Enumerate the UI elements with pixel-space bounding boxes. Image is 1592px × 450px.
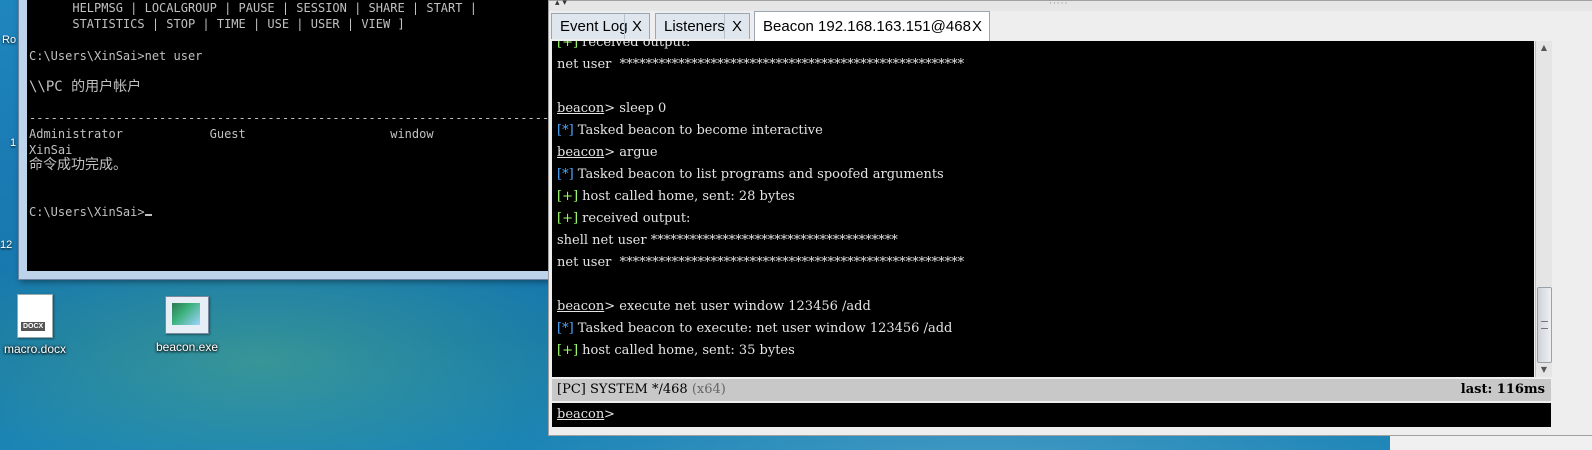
task-marker: [*]: [557, 123, 574, 138]
cobalt-strike-window[interactable]: ▴ ▾ ····· Event Log X Listeners X Beacon…: [548, 0, 1592, 436]
beacon-prompt: beacon: [557, 299, 605, 314]
console-line: net user *******************************…: [557, 57, 965, 72]
beacon-prompt: beacon: [557, 101, 605, 116]
drag-grip-icon[interactable]: ·····: [1049, 0, 1068, 9]
docx-type-tag: DOCX: [21, 322, 46, 331]
task-marker: [*]: [557, 321, 574, 336]
console-line: net user *******************************…: [557, 255, 965, 270]
cmd-line: C:\Users\XinSai>net user: [29, 49, 203, 63]
output-marker: [+]: [557, 343, 579, 358]
desktop-icon-beacon-exe[interactable]: beacon.exe: [142, 294, 232, 354]
status-arch: (x64): [691, 382, 726, 397]
tab-label: Listeners: [664, 18, 725, 35]
console-line: [*] Tasked beacon to list programs and s…: [557, 167, 944, 182]
task-marker: [*]: [557, 167, 574, 182]
cmd-line: ----------------------------------------…: [29, 111, 549, 125]
console-scrollbar[interactable]: ▲ ▼: [1535, 41, 1552, 377]
console-line: [+] host called home, sent: 28 bytes: [557, 189, 795, 204]
scroll-up-arrow-icon[interactable]: ▲: [1536, 41, 1552, 55]
cmd-line: \\PC 的用户帐户: [29, 79, 142, 95]
desktop-edge-label: 1: [10, 137, 17, 149]
desktop-edge-label: 12: [0, 239, 13, 251]
tab-label: Event Log: [560, 18, 628, 35]
tab-event-log[interactable]: Event Log X: [551, 13, 650, 39]
tab-listeners[interactable]: Listeners X: [655, 13, 750, 39]
beacon-input-prompt-suffix: >: [604, 407, 615, 422]
status-last-checkin: last: 116ms: [1460, 382, 1545, 397]
split-pane-divider[interactable]: ▴ ▾ ·····: [549, 0, 1592, 11]
beacon-prompt: beacon: [557, 145, 605, 160]
console-line: beacon> execute net user window 123456 /…: [557, 299, 871, 314]
tab-close-icon[interactable]: X: [972, 18, 982, 35]
status-session-info: [PC] SYSTEM */468 (x64): [557, 382, 726, 397]
cmd-prompt: C:\Users\XinSai>: [29, 205, 145, 219]
tab-beacon[interactable]: Beacon 192.168.163.151@468 X: [754, 11, 990, 41]
console-line: [*] Tasked beacon to execute: net user w…: [557, 321, 953, 336]
output-marker: [+]: [557, 211, 579, 226]
tab-label: Beacon 192.168.163.151@468: [763, 18, 971, 35]
scrollbar-thumb[interactable]: [1537, 287, 1552, 363]
cmd-line: HELPMSG | LOCALGROUP | PAUSE | SESSION |…: [29, 1, 477, 15]
cmd-line: XinSai: [29, 143, 73, 157]
desktop-edge-label: Ro: [2, 34, 17, 46]
desktop-icon-label: beacon.exe: [155, 340, 219, 354]
exe-file-icon: [165, 296, 209, 334]
tab-close-icon[interactable]: X: [632, 18, 642, 35]
desktop-icon-macro-docx[interactable]: DOCX macro.docx: [0, 294, 80, 356]
cmd-line: 命令成功完成。: [29, 157, 127, 173]
cmd-console[interactable]: HELPMSG | LOCALGROUP | PAUSE | SESSION |…: [27, 0, 553, 271]
beacon-input-prompt: beacon: [557, 407, 605, 422]
cmd-window[interactable]: HELPMSG | LOCALGROUP | PAUSE | SESSION |…: [18, 0, 560, 280]
cmd-prompt-line: C:\Users\XinSai>: [29, 205, 152, 219]
docx-file-icon: DOCX: [17, 294, 53, 338]
console-line: [+] received output:: [557, 41, 690, 51]
beacon-status-bar: [PC] SYSTEM */468 (x64) last: 116ms: [552, 379, 1551, 401]
tab-close-icon[interactable]: X: [732, 18, 742, 35]
console-line: beacon> sleep 0: [557, 101, 667, 116]
console-line: [+] host called home, sent: 35 bytes: [557, 343, 795, 358]
output-marker: [+]: [557, 189, 579, 204]
collapse-arrows-icon[interactable]: ▴ ▾: [555, 0, 567, 8]
cmd-line: STATISTICS | STOP | TIME | USE | USER | …: [29, 17, 405, 31]
desktop-icon-label: macro.docx: [3, 342, 67, 356]
beacon-command-bar[interactable]: beacon >: [552, 403, 1551, 427]
cmd-cursor: [144, 214, 152, 216]
console-line: shell net user *************************…: [557, 233, 898, 248]
output-marker: [+]: [557, 41, 579, 50]
console-line: [*] Tasked beacon to become interactive: [557, 123, 823, 138]
beacon-console-output[interactable]: [+] received output: net user **********…: [552, 41, 1534, 377]
scroll-down-arrow-icon[interactable]: ▼: [1536, 363, 1552, 377]
console-line: beacon> argue: [557, 145, 658, 160]
console-line: [+] received output:: [557, 211, 691, 226]
cmd-line: Administrator Guest window: [29, 127, 434, 141]
beacon-command-input[interactable]: [616, 405, 1516, 423]
